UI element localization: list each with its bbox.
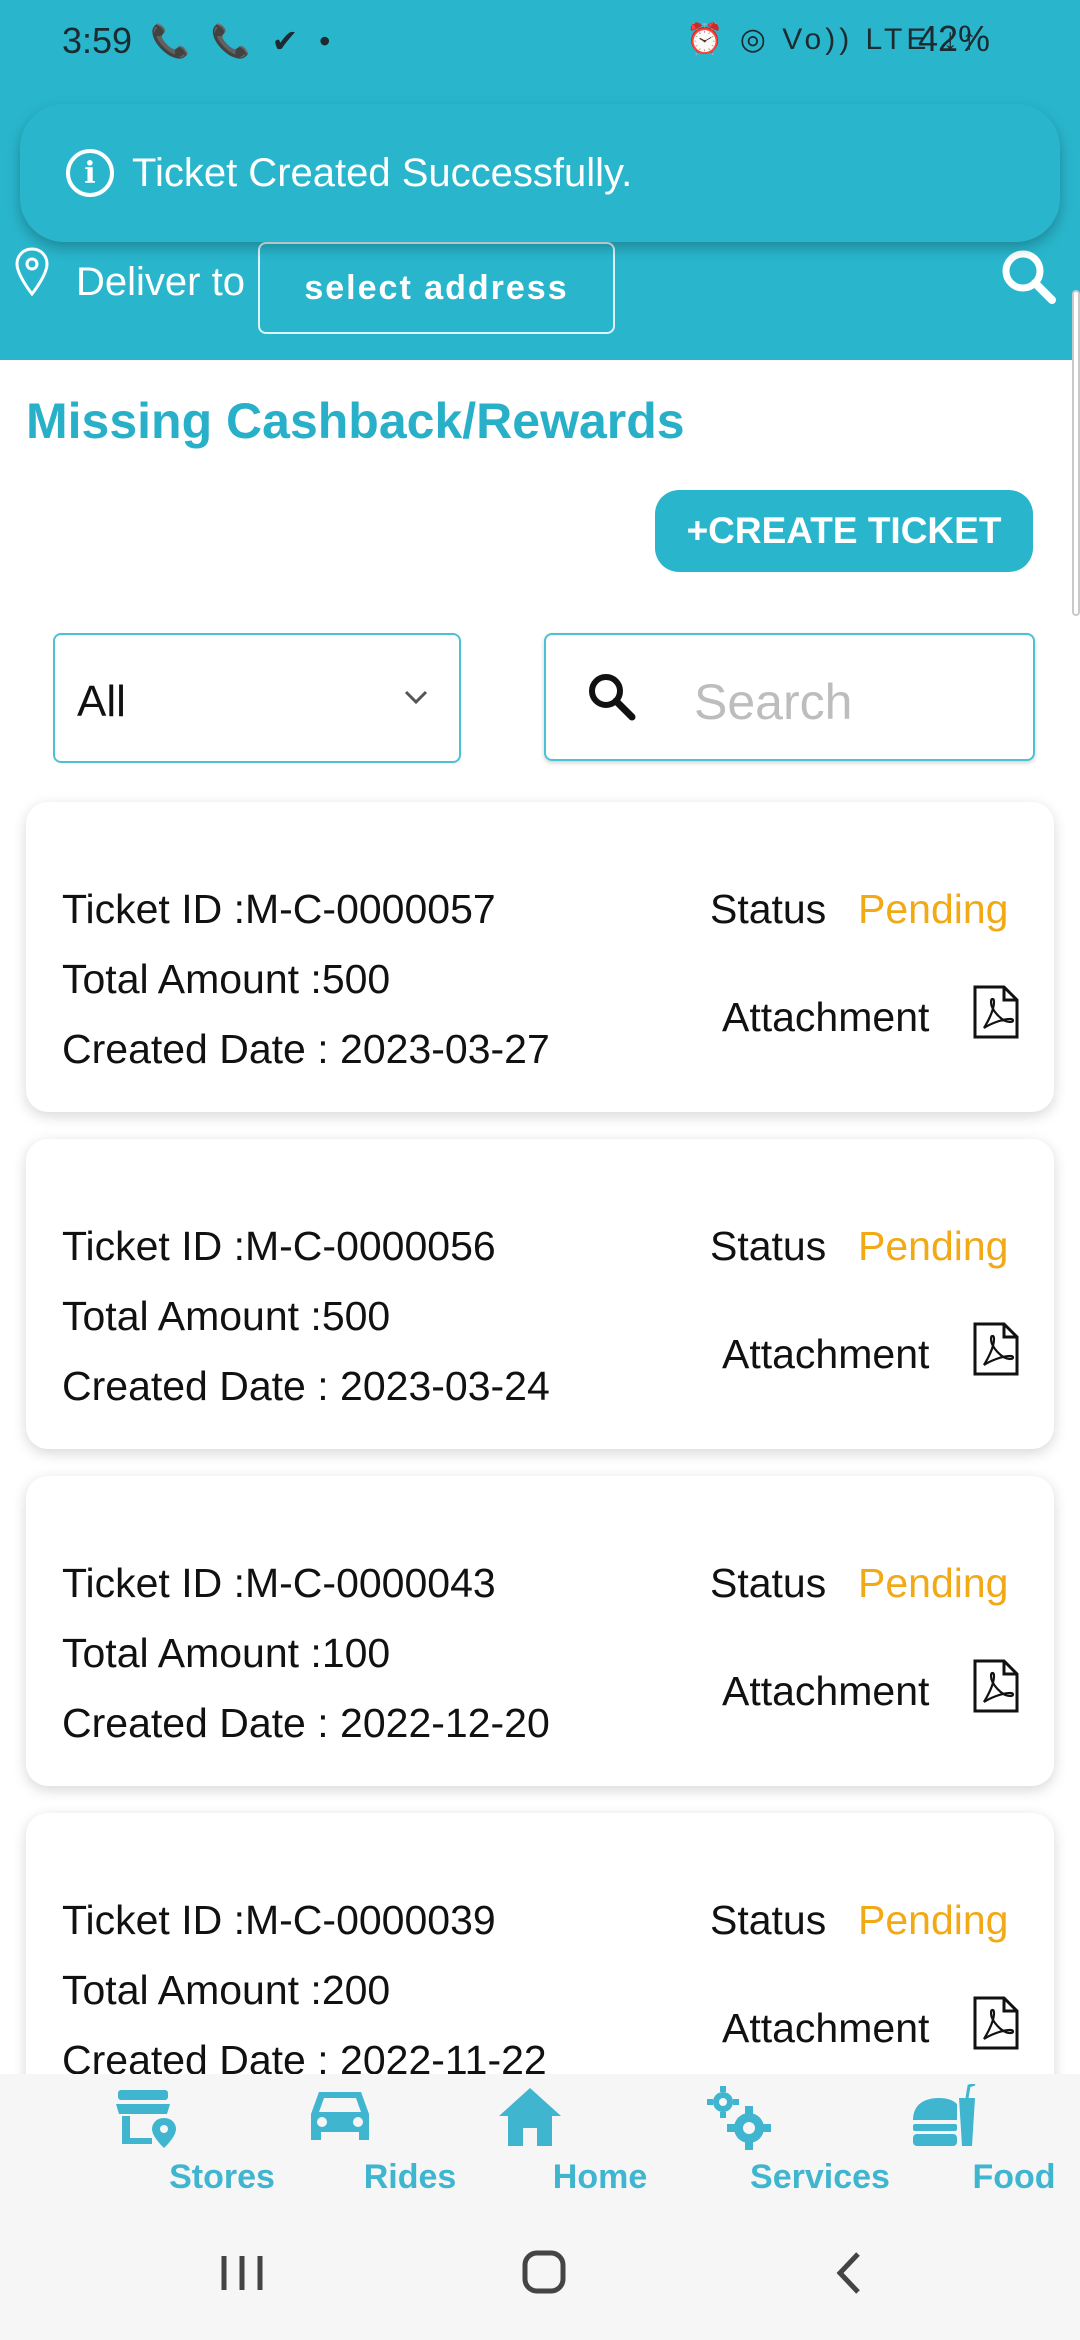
ticket-id: Ticket ID :M-C-0000057 — [62, 886, 496, 932]
ticket-date: Created Date : 2022-12-20 — [62, 1700, 550, 1746]
gears-icon — [707, 2086, 771, 2150]
page-title: Missing Cashback/Rewards — [26, 393, 685, 449]
screen: 3:59 📞 📞 ✔ • ⏰ ◎ Vo)) LTE ↓↑ 42% Deliver… — [0, 0, 1080, 2340]
nav-item-food[interactable]: Food — [874, 2074, 1056, 2206]
ticket-amount: Total Amount :500 — [62, 956, 391, 1002]
car-icon — [311, 2092, 369, 2140]
nav-label: Rides — [363, 2158, 457, 2196]
pdf-file-icon[interactable] — [972, 1995, 1020, 2051]
create-ticket-button[interactable]: +CREATE TICKET — [655, 490, 1033, 572]
status-label: Status — [710, 1560, 827, 1606]
status-badge: Pending — [858, 1560, 1009, 1606]
ticket-amount: Total Amount :200 — [62, 1967, 391, 2013]
nav-label: Home — [552, 2158, 648, 2196]
recent-apps-icon[interactable] — [172, 2206, 312, 2340]
ticket-card[interactable]: Ticket ID :M-C-0000043 Total Amount :100… — [26, 1476, 1054, 1786]
pdf-file-icon[interactable] — [972, 1321, 1020, 1377]
nav-label: Food — [972, 2158, 1056, 2196]
ticket-id: Ticket ID :M-C-0000039 — [62, 1897, 496, 1943]
nav-item-stores[interactable]: Stores — [72, 2074, 275, 2206]
attachment-label: Attachment — [722, 994, 930, 1040]
chevron-down-icon — [404, 690, 428, 705]
store-icon — [116, 2090, 176, 2148]
burger-drink-icon — [913, 2084, 976, 2146]
home-button-icon[interactable] — [475, 2206, 615, 2340]
ticket-card[interactable]: Ticket ID :M-C-0000039 Total Amount :200… — [26, 1813, 1054, 2074]
ticket-date: Created Date : 2023-03-27 — [62, 1026, 550, 1072]
nav-item-home[interactable]: Home — [460, 2074, 647, 2206]
status-label: Status — [710, 886, 827, 932]
ticket-date: Created Date : 2022-11-22 — [62, 2037, 547, 2074]
attachment-label: Attachment — [722, 1668, 930, 1714]
nav-item-rides[interactable]: Rides — [270, 2074, 456, 2206]
attachment-label: Attachment — [722, 2005, 930, 2051]
bottom-nav: Stores Rides Home Services Food — [0, 2074, 1080, 2206]
search-input[interactable]: Search — [544, 633, 1035, 761]
ticket-card[interactable]: Ticket ID :M-C-0000057 Total Amount :500… — [26, 802, 1054, 1112]
system-nav-bar — [0, 2206, 1080, 2340]
ticket-list: Missing Cashback/Rewards +CREATE TICKET … — [0, 0, 1080, 2074]
status-label: Status — [710, 1223, 827, 1269]
pdf-file-icon[interactable] — [972, 1658, 1020, 1714]
back-icon[interactable] — [778, 2206, 918, 2340]
status-filter-select[interactable]: All — [53, 633, 461, 763]
status-badge: Pending — [858, 1223, 1009, 1269]
home-icon — [499, 2088, 561, 2146]
search-placeholder: Search — [694, 674, 853, 730]
status-badge: Pending — [858, 1897, 1009, 1943]
ticket-id: Ticket ID :M-C-0000043 — [62, 1560, 496, 1606]
ticket-id: Ticket ID :M-C-0000056 — [62, 1223, 496, 1269]
search-icon — [589, 674, 636, 721]
filter-selected-value: All — [77, 677, 126, 726]
ticket-card[interactable]: Ticket ID :M-C-0000056 Total Amount :500… — [26, 1139, 1054, 1449]
pdf-file-icon[interactable] — [972, 984, 1020, 1040]
status-badge: Pending — [858, 886, 1009, 932]
ticket-amount: Total Amount :100 — [62, 1630, 391, 1676]
ticket-date: Created Date : 2023-03-24 — [62, 1363, 550, 1409]
ticket-amount: Total Amount :500 — [62, 1293, 391, 1339]
attachment-label: Attachment — [722, 1331, 930, 1377]
nav-item-services[interactable]: Services — [660, 2074, 890, 2206]
status-label: Status — [710, 1897, 827, 1943]
